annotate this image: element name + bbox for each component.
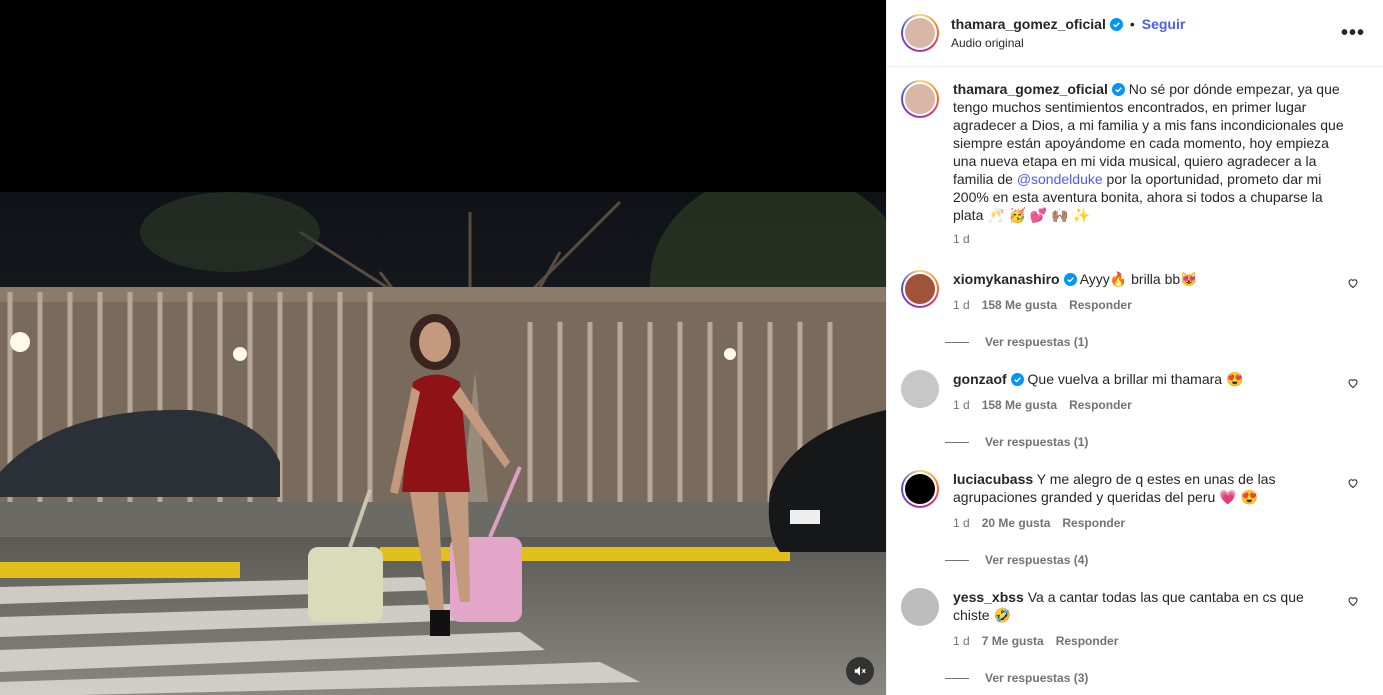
post-sidebar: thamara_gomez_oficial • Seguir Audio ori… <box>886 0 1383 695</box>
verified-badge-icon <box>1111 83 1125 96</box>
caption-username[interactable]: thamara_gomez_oficial <box>953 81 1108 97</box>
heart-outline-icon[interactable] <box>1347 477 1359 489</box>
more-options-button[interactable]: ••• <box>1341 22 1365 45</box>
mute-button[interactable] <box>846 657 874 685</box>
comment-time[interactable]: 1 d <box>953 396 970 414</box>
comment-time[interactable]: 1 d <box>953 632 970 650</box>
post-viewer: thamara_gomez_oficial • Seguir Audio ori… <box>0 0 1383 695</box>
follow-button[interactable]: Seguir <box>1142 16 1186 32</box>
verified-badge-icon <box>1063 273 1077 286</box>
view-replies-button[interactable]: Ver respuestas (1) <box>945 335 1088 349</box>
commenter-avatar[interactable] <box>901 588 939 626</box>
comment-likes[interactable]: 158 Me gusta <box>982 396 1057 414</box>
comment-likes[interactable]: 158 Me gusta <box>982 296 1057 314</box>
separator-dot: • <box>1129 16 1135 32</box>
view-replies-label: Ver respuestas (3) <box>985 671 1089 685</box>
audio-label[interactable]: Audio original <box>951 36 1185 50</box>
comment-item: xiomykanashiro Ayyy🔥 brilla bb😻 1 d 158 … <box>901 270 1371 314</box>
caption-avatar[interactable] <box>901 80 939 118</box>
comment-username[interactable]: luciacubass <box>953 471 1033 487</box>
video-player[interactable] <box>0 0 886 695</box>
commenter-avatar[interactable] <box>901 470 939 508</box>
heart-outline-icon[interactable] <box>1347 377 1359 389</box>
author-username[interactable]: thamara_gomez_oficial <box>951 16 1106 32</box>
commenter-avatar[interactable] <box>901 270 939 308</box>
verified-badge-icon <box>1109 17 1123 31</box>
author-avatar[interactable] <box>901 14 939 52</box>
post-caption: thamara_gomez_oficial No sé por dónde em… <box>901 80 1371 248</box>
comment-likes[interactable]: 20 Me gusta <box>982 514 1051 532</box>
comment-likes[interactable]: 7 Me gusta <box>982 632 1044 650</box>
comment-username[interactable]: yess_xbss <box>953 589 1024 605</box>
comment-text: Ayyy🔥 brilla bb😻 <box>1076 271 1198 287</box>
reply-button[interactable]: Responder <box>1062 514 1125 532</box>
view-replies-label: Ver respuestas (4) <box>985 553 1089 567</box>
commenter-avatar[interactable] <box>901 370 939 408</box>
comment-time[interactable]: 1 d <box>953 514 970 532</box>
reply-button[interactable]: Responder <box>1056 632 1119 650</box>
view-replies-label: Ver respuestas (1) <box>985 435 1089 449</box>
heart-outline-icon[interactable] <box>1347 595 1359 607</box>
post-header: thamara_gomez_oficial • Seguir Audio ori… <box>887 0 1383 67</box>
comment-username[interactable]: xiomykanashiro <box>953 271 1060 287</box>
comment-item: luciacubass Y me alegro de q estes en un… <box>901 470 1371 532</box>
caption-time[interactable]: 1 d <box>953 230 1353 248</box>
comment-item: gonzaof Que vuelva a brillar mi thamara … <box>901 370 1371 414</box>
reply-button[interactable]: Responder <box>1069 396 1132 414</box>
verified-badge-icon <box>1010 373 1024 386</box>
view-replies-button[interactable]: Ver respuestas (1) <box>945 435 1088 449</box>
heart-outline-icon[interactable] <box>1347 277 1359 289</box>
view-replies-button[interactable]: Ver respuestas (3) <box>945 671 1088 685</box>
reply-button[interactable]: Responder <box>1069 296 1132 314</box>
view-replies-button[interactable]: Ver respuestas (4) <box>945 553 1088 567</box>
comment-username[interactable]: gonzaof <box>953 371 1007 387</box>
comment-time[interactable]: 1 d <box>953 296 970 314</box>
video-frame <box>0 192 886 695</box>
view-replies-label: Ver respuestas (1) <box>985 335 1089 349</box>
comment-item: yess_xbss Va a cantar todas las que cant… <box>901 588 1371 650</box>
comment-text: Que vuelva a brillar mi thamara 😍 <box>1023 371 1244 387</box>
speaker-muted-icon <box>854 666 866 676</box>
mention-link[interactable]: @sondelduke <box>1017 171 1103 187</box>
